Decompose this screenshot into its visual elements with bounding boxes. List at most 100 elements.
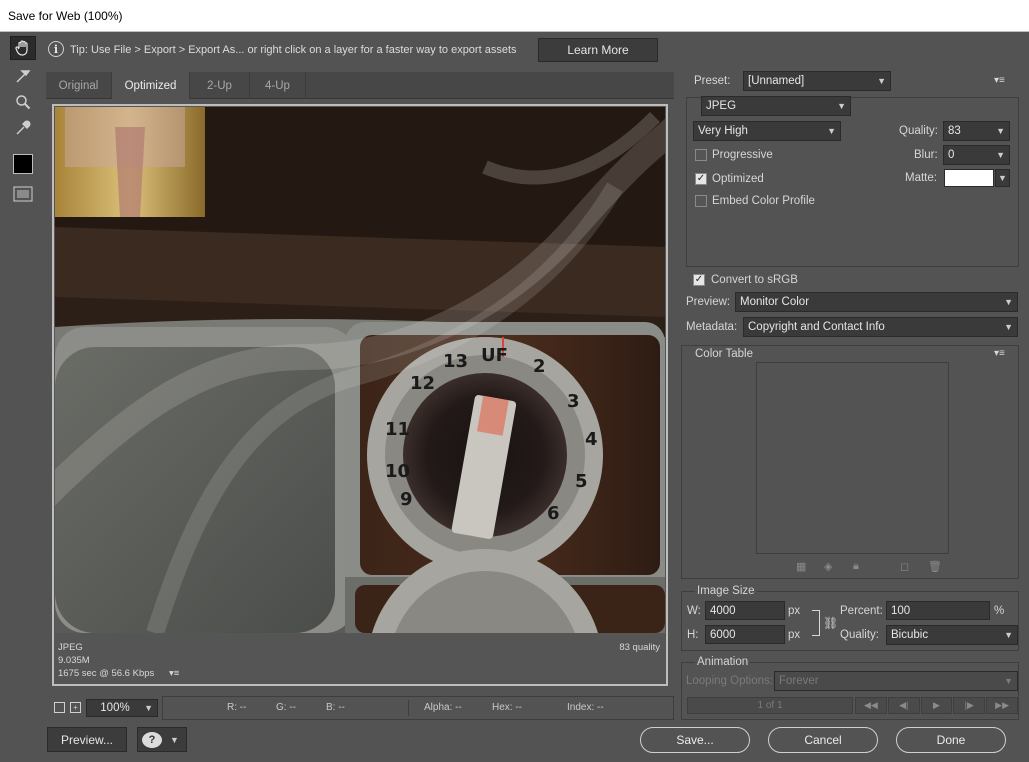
compression-quality-value: Very High bbox=[698, 125, 748, 137]
color-table-menu-icon[interactable]: ▾≡ bbox=[994, 348, 1005, 359]
web-shift-cube-icon[interactable]: ◈ bbox=[824, 560, 832, 573]
hand-tool-button[interactable] bbox=[10, 36, 36, 60]
preview-value: Monitor Color bbox=[740, 296, 810, 308]
done-button[interactable]: Done bbox=[896, 727, 1006, 753]
constrain-bracket bbox=[812, 610, 820, 636]
embed-color-profile-checkbox[interactable] bbox=[695, 195, 707, 207]
lock-icon[interactable]: 🔒︎ bbox=[853, 560, 859, 573]
browser-preview-select[interactable]: ? ▼ bbox=[137, 727, 187, 752]
chevron-down-icon: ▼ bbox=[996, 150, 1005, 160]
tip-bar: i Tip: Use File > Export > Export As... … bbox=[42, 36, 1028, 64]
chevron-down-icon: ▼ bbox=[144, 703, 153, 713]
tab-optimized[interactable]: Optimized bbox=[112, 72, 190, 99]
eyedropper-tool-button[interactable] bbox=[10, 116, 36, 140]
percent-input[interactable]: 100 bbox=[886, 601, 990, 620]
dial-number: 11 bbox=[385, 419, 410, 440]
browser-icon: ? bbox=[142, 731, 162, 748]
color-table-swatches[interactable] bbox=[756, 362, 949, 554]
tab-2-up[interactable]: 2-Up bbox=[190, 72, 250, 99]
hex-readout: Hex: -- bbox=[492, 702, 522, 713]
height-input[interactable]: 6000 bbox=[705, 625, 785, 644]
dial-number: 5 bbox=[575, 471, 588, 492]
animation-controls: ◀◀ ◀| ▶ |▶ ▶▶ bbox=[855, 697, 1018, 714]
tab-original[interactable]: Original bbox=[46, 72, 112, 99]
preset-menu-icon[interactable]: ▾≡ bbox=[994, 75, 1005, 86]
next-frame-icon[interactable]: |▶ bbox=[953, 697, 986, 714]
matte-label: Matte: bbox=[905, 172, 937, 184]
zoom-in-button[interactable]: + bbox=[70, 702, 81, 713]
image-size-title: Image Size bbox=[695, 585, 757, 597]
width-label: W: bbox=[687, 605, 701, 617]
last-frame-icon[interactable]: ▶▶ bbox=[986, 697, 1018, 714]
blue-readout: B: -- bbox=[326, 702, 345, 713]
zoom-level-select[interactable]: 100% ▼ bbox=[86, 699, 158, 717]
preview-button[interactable]: Preview... bbox=[47, 727, 127, 752]
preview-select[interactable]: Monitor Color ▼ bbox=[735, 292, 1018, 312]
metadata-select[interactable]: Copyright and Contact Info ▼ bbox=[743, 317, 1018, 337]
download-speed-menu-icon[interactable]: ▾≡ bbox=[169, 668, 179, 679]
link-icon[interactable]: ⛓︎ bbox=[823, 616, 838, 630]
toggle-slices-button[interactable] bbox=[10, 182, 36, 206]
chevron-down-icon: ▼ bbox=[877, 76, 886, 86]
chevron-down-icon: ▼ bbox=[998, 173, 1007, 183]
resample-quality-label: Quality: bbox=[840, 629, 879, 641]
tab-4-up[interactable]: 4-Up bbox=[250, 72, 306, 99]
chevron-down-icon: ▼ bbox=[996, 126, 1005, 136]
metadata-value: Copyright and Contact Info bbox=[748, 321, 885, 333]
matte-color-swatch[interactable] bbox=[944, 169, 994, 187]
convert-srgb-checkbox[interactable]: ✓ bbox=[693, 274, 705, 286]
image-preview-frame: 12 13 UF 2 3 4 5 6 9 10 11 JPEG 9.035M 1… bbox=[52, 104, 668, 686]
quality-readout: 83 quality bbox=[619, 642, 660, 653]
dial-number: 2 bbox=[533, 356, 546, 377]
image-info-panel: JPEG 9.035M 1675 sec @ 56.6 Kbps ▾≡ 83 q… bbox=[54, 634, 666, 684]
tip-text: Tip: Use File > Export > Export As... or… bbox=[70, 44, 517, 56]
preset-select[interactable]: [Unnamed] ▼ bbox=[743, 71, 891, 91]
zoom-out-button[interactable] bbox=[54, 702, 65, 713]
optimized-checkbox[interactable]: ✓ bbox=[695, 173, 707, 185]
eyedropper-color-swatch[interactable] bbox=[10, 152, 36, 176]
progressive-checkbox[interactable] bbox=[695, 149, 707, 161]
chevron-down-icon: ▼ bbox=[1004, 322, 1013, 332]
chevron-down-icon: ▼ bbox=[827, 126, 836, 136]
dial-number: 12 bbox=[410, 373, 435, 394]
file-format-select[interactable]: JPEG ▼ bbox=[701, 96, 851, 116]
cancel-button[interactable]: Cancel bbox=[768, 727, 878, 753]
resample-quality-value: Bicubic bbox=[891, 629, 929, 641]
save-button[interactable]: Save... bbox=[640, 727, 750, 753]
view-tabs: Original Optimized 2-Up 4-Up bbox=[46, 72, 674, 99]
compression-quality-select[interactable]: Very High ▼ bbox=[693, 121, 841, 141]
dial-number: 4 bbox=[585, 429, 598, 450]
tool-palette bbox=[8, 36, 38, 216]
quality-input[interactable]: 83 ▼ bbox=[943, 121, 1010, 141]
blur-value: 0 bbox=[948, 149, 955, 161]
chevron-down-icon: ▼ bbox=[1004, 676, 1013, 686]
hand-icon bbox=[15, 40, 28, 56]
slice-select-tool-button[interactable] bbox=[10, 64, 36, 88]
dial-number: 10 bbox=[385, 461, 410, 482]
play-icon[interactable]: ▶ bbox=[920, 697, 953, 714]
blur-input[interactable]: 0 ▼ bbox=[943, 145, 1010, 165]
percent-label: Percent: bbox=[840, 605, 883, 617]
zoom-tool-button[interactable] bbox=[10, 90, 36, 114]
first-frame-icon[interactable]: ◀◀ bbox=[855, 697, 887, 714]
trash-icon[interactable]: 🗑︎ bbox=[928, 560, 942, 573]
window-title-bar: Save for Web (100%) bbox=[0, 0, 1029, 32]
red-readout: R: -- bbox=[227, 702, 247, 713]
preset-label: Preset: bbox=[694, 75, 731, 87]
animation-title: Animation bbox=[695, 656, 751, 668]
image-preview[interactable]: 12 13 UF 2 3 4 5 6 9 10 11 bbox=[55, 107, 665, 633]
preview-label: Preview: bbox=[686, 296, 731, 308]
learn-more-button[interactable]: Learn More bbox=[538, 38, 658, 62]
looping-options-select[interactable]: Forever ▼ bbox=[774, 671, 1018, 691]
dial-number: 6 bbox=[547, 503, 560, 524]
width-input[interactable]: 4000 bbox=[705, 601, 785, 620]
matte-dropdown-button[interactable]: ▼ bbox=[995, 169, 1010, 187]
green-readout: G: -- bbox=[276, 702, 296, 713]
chevron-down-icon: ▼ bbox=[1004, 297, 1013, 307]
resample-quality-select[interactable]: Bicubic ▼ bbox=[886, 625, 1018, 645]
new-color-icon[interactable]: ◻ bbox=[900, 560, 909, 573]
metadata-label: Metadata: bbox=[686, 321, 738, 333]
map-transparent-icon[interactable]: ▦ bbox=[796, 560, 806, 573]
previous-frame-icon[interactable]: ◀| bbox=[887, 697, 920, 714]
height-label: H: bbox=[687, 629, 699, 641]
